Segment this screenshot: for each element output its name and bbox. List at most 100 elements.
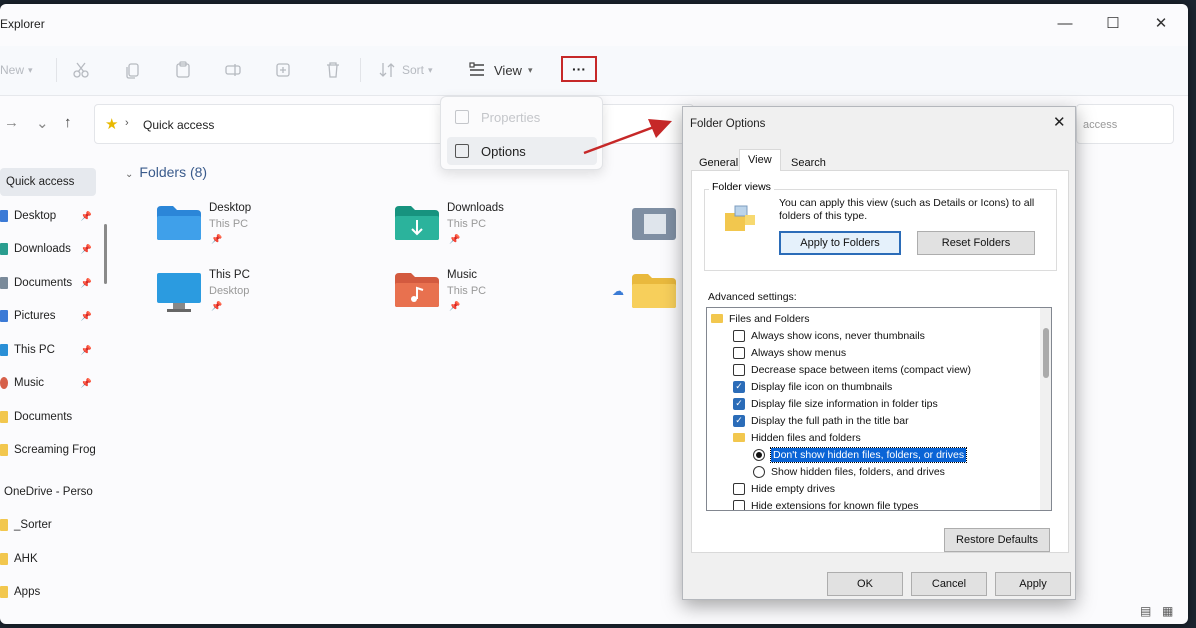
minimize-button[interactable]: — [1042,4,1088,42]
sidebar-item-label: Downloads [14,243,71,255]
folders-section-header[interactable]: ⌄ Folders (8) [125,164,207,180]
setting-label: Hide empty drives [751,482,836,495]
sidebar-item-downloads[interactable]: Downloads 📌 [0,235,96,263]
up-icon[interactable]: ↑ [64,114,72,131]
checkbox-checked[interactable]: ✓ [733,414,745,427]
folder-icon [0,444,8,456]
view-button[interactable]: View ▾ [468,56,532,84]
cloud-icon: ☁ [612,284,624,298]
more-options-button[interactable]: ··· [561,56,597,82]
setting-file-icon-thumbnails[interactable]: ✓ Display file icon on thumbnails [733,378,892,395]
tab-search[interactable]: Search [783,153,834,173]
forward-icon[interactable]: → [4,114,19,131]
checkbox-checked[interactable]: ✓ [733,380,745,393]
sort-label: Sort [402,63,425,77]
sidebar-item-label: Desktop [14,210,57,222]
sidebar-item-label: Pictures [14,310,56,322]
folder-icon [632,274,676,308]
menu-item-options[interactable]: Options [447,137,597,165]
apply-to-folders-button[interactable]: Apply to Folders [779,231,901,255]
menu-item-properties[interactable]: Properties [447,103,597,131]
folder-item-this-pc[interactable]: This PC Desktop 📌 [155,265,375,325]
recent-icon[interactable]: ⌄ [36,114,49,132]
close-icon[interactable]: ✕ [1053,113,1066,131]
ok-button[interactable]: OK [827,572,903,596]
pin-icon: 📌 [80,243,92,254]
desktop-folder-icon [157,206,201,240]
rename-icon[interactable] [224,56,242,84]
settings-scrollbar[interactable] [1040,308,1051,510]
checkbox[interactable] [733,363,745,376]
folder-name: Desktop [209,202,252,214]
sidebar-item-this-pc[interactable]: This PC 📌 [0,336,96,364]
menu-item-label: Properties [481,109,541,125]
setting-hide-extensions[interactable]: Hide extensions for known file types [733,497,919,510]
sidebar-item-ahk[interactable]: AHK [0,545,96,573]
folder-item-desktop[interactable]: Desktop This PC 📌 [155,198,375,258]
folder-item-music[interactable]: Music This PC 📌 [393,265,613,325]
setting-label: Decrease space between items (compact vi… [751,363,972,376]
paste-icon[interactable] [174,56,192,84]
sidebar-item-pictures[interactable]: Pictures 📌 [0,302,96,330]
sidebar-item-onedrive[interactable]: OneDrive - Perso [0,478,96,506]
sidebar-item-quick-access[interactable]: Quick access [0,168,96,196]
close-button[interactable]: ✕ [1138,4,1184,42]
restore-defaults-button[interactable]: Restore Defaults [944,528,1050,552]
cancel-button[interactable]: Cancel [911,572,987,596]
apply-button[interactable]: Apply [995,572,1071,596]
tab-general[interactable]: General [691,153,746,173]
setting-always-show-menus[interactable]: Always show menus [733,344,846,361]
maximize-button[interactable]: ☐ [1090,4,1136,42]
music-folder-icon [395,273,439,307]
breadcrumb[interactable]: Quick access [143,118,214,132]
sidebar-item-apps[interactable]: Apps [0,578,96,606]
new-button[interactable]: New ▾ [0,56,33,84]
pin-icon: 📌 [449,234,461,244]
search-input[interactable]: access [1076,104,1174,144]
copy-icon[interactable] [124,56,142,84]
checkbox[interactable] [733,499,745,510]
folder-icon [0,277,8,289]
folder-icon [0,310,8,322]
checkbox[interactable] [733,346,745,359]
setting-compact-view[interactable]: Decrease space between items (compact vi… [733,361,971,378]
setting-dont-show-hidden[interactable]: Don't show hidden files, folders, or dri… [753,446,968,463]
share-icon[interactable] [274,56,292,84]
folder-icon [0,586,8,598]
setting-full-path-title-bar[interactable]: ✓ Display the full path in the title bar [733,412,909,429]
setting-label: Display the full path in the title bar [751,414,909,427]
sidebar-scrollbar[interactable] [104,224,107,284]
sidebar-item-music[interactable]: Music 📌 [0,369,96,397]
sort-button[interactable]: Sort ▾ [378,56,433,84]
folder-item-downloads[interactable]: Downloads This PC 📌 [393,198,613,258]
music-icon [0,377,8,389]
delete-icon[interactable] [324,56,342,84]
reset-folders-button[interactable]: Reset Folders [917,231,1035,255]
sidebar-item-documents-folder[interactable]: Documents [0,403,96,431]
tab-view[interactable]: View [739,149,781,173]
checkbox[interactable] [733,329,745,342]
tiles-view-icon[interactable]: ▦ [1162,604,1173,618]
radio[interactable] [753,465,765,478]
sidebar-item-screaming-frog[interactable]: Screaming Frog [0,436,96,464]
setting-show-hidden[interactable]: Show hidden files, folders, and drives [753,463,945,480]
setting-file-size-info[interactable]: ✓ Display file size information in folder… [733,395,938,412]
setting-hide-empty-drives[interactable]: Hide empty drives [733,480,835,497]
checkbox-checked[interactable]: ✓ [733,397,745,410]
sidebar-item-label: _Sorter [14,519,52,531]
settings-group-files-and-folders: Files and Folders [711,310,810,327]
sidebar-item-desktop[interactable]: Desktop 📌 [0,202,96,230]
explorer-window: Explorer — ☐ ✕ New ▾ Sort ▾ View ▾ ··· → ⌄ … [0,4,1188,624]
setting-label: Hidden files and folders [751,431,861,444]
folder-location: Desktop [209,285,250,297]
sidebar-item-sorter[interactable]: _Sorter [0,511,96,539]
advanced-settings-list[interactable]: Files and Folders Always show icons, nev… [706,307,1052,511]
setting-always-show-icons[interactable]: Always show icons, never thumbnails [733,327,925,344]
radio-selected[interactable] [753,448,765,461]
checkbox[interactable] [733,482,745,495]
details-view-icon[interactable]: ▤ [1140,604,1151,618]
scrollbar-thumb[interactable] [1043,328,1049,378]
new-label: New [0,63,25,77]
sidebar-item-documents[interactable]: Documents 📌 [0,269,96,297]
cut-icon[interactable] [72,56,90,84]
